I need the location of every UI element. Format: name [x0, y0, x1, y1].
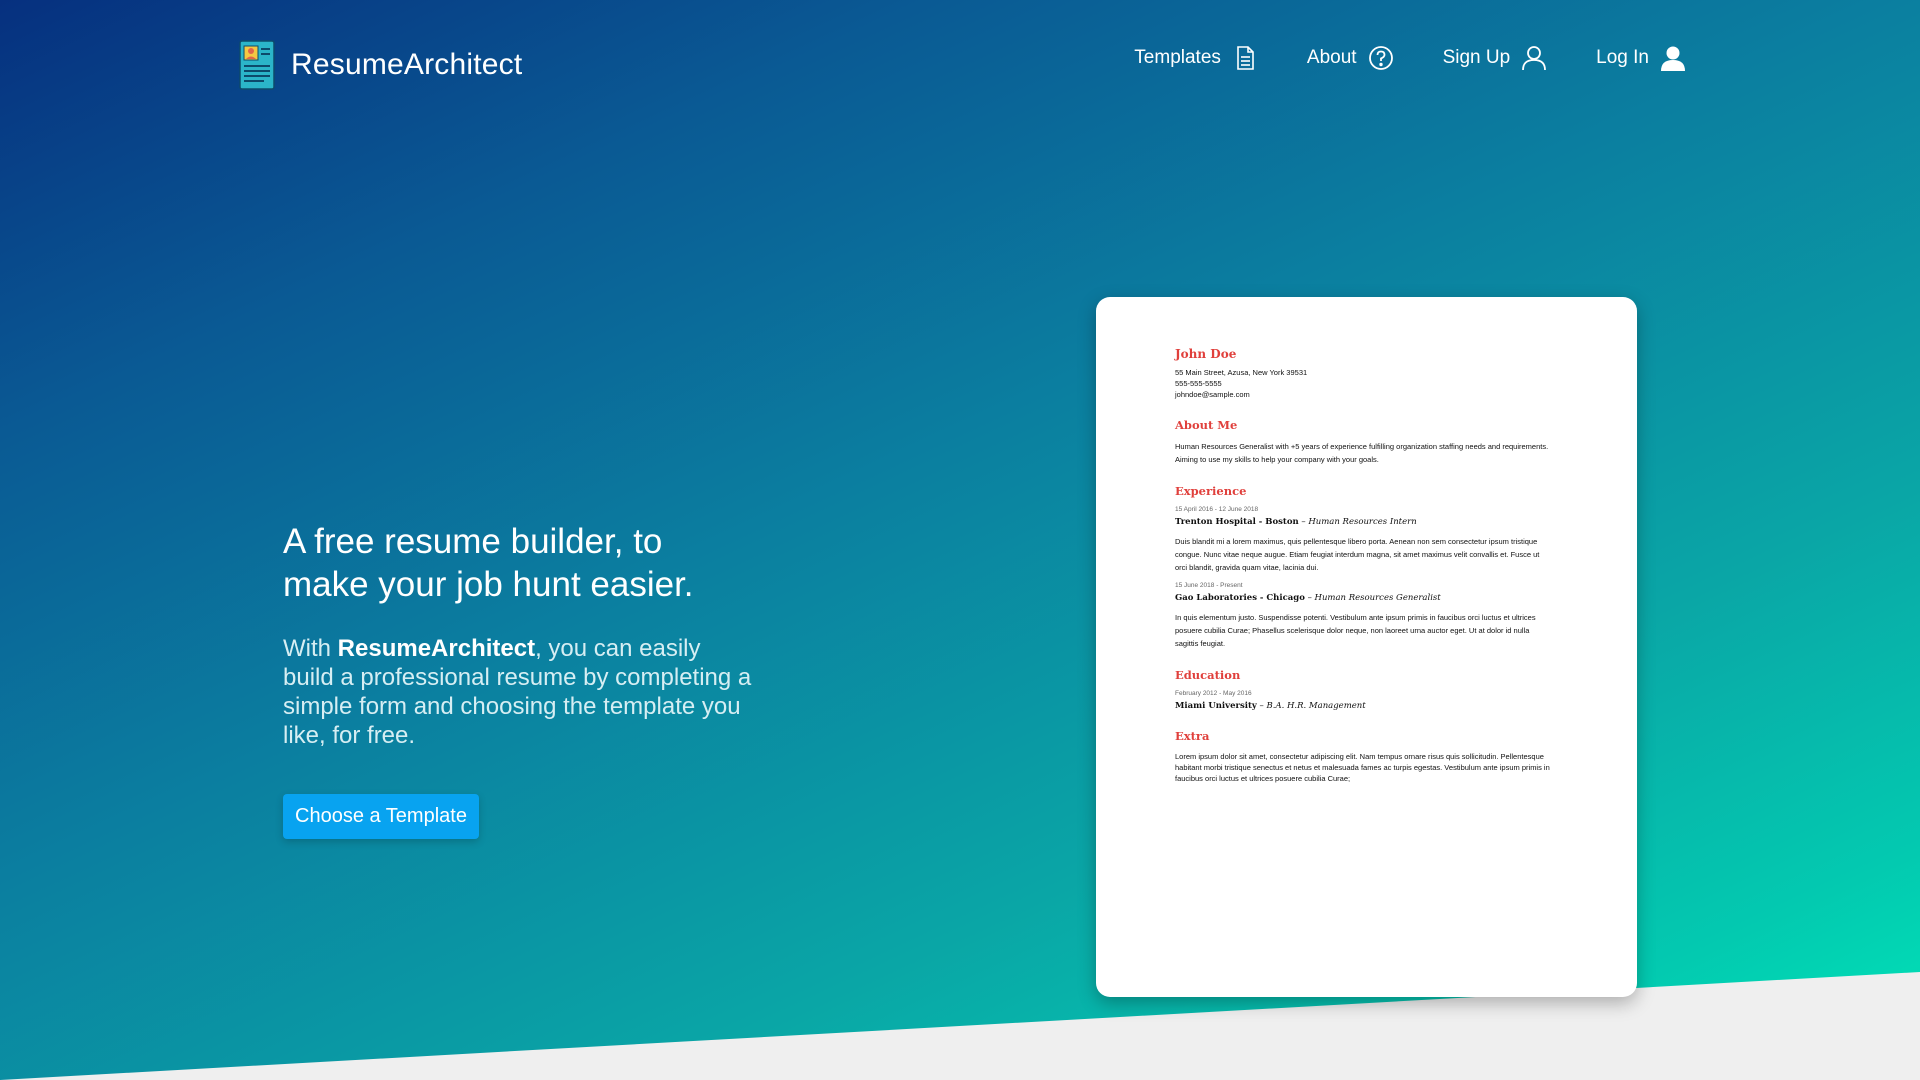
resume-job-company: Trenton Hospital - Boston	[1175, 517, 1299, 527]
resume-about-text: Human Resources Generalist with +5 years…	[1175, 442, 1549, 464]
nav-login[interactable]: Log In	[1596, 44, 1687, 72]
hero-section: A free resume builder, to make your job …	[283, 520, 753, 839]
main-nav: Templates About Sign Up Log In	[1134, 44, 1687, 72]
resume-job-dates: 15 June 2018 - Present	[1175, 582, 1243, 589]
user-outline-icon	[1522, 46, 1547, 71]
resume-about-title: About Me	[1175, 418, 1238, 432]
resume-job-title: Gao Laboratories - Chicago – Human Resou…	[1175, 593, 1441, 603]
document-icon	[1237, 46, 1254, 70]
resume-job-title: Trenton Hospital - Boston – Human Resour…	[1175, 517, 1417, 527]
resume-edu-dates: February 2012 - May 2016	[1175, 690, 1252, 697]
nav-templates[interactable]: Templates	[1134, 44, 1259, 72]
hero-desc-prefix: With	[283, 635, 338, 662]
nav-signup-label: Sign Up	[1442, 47, 1511, 68]
resume-address: 55 Main Street, Azusa, New York 39531	[1175, 368, 1308, 377]
resume-job-text: In quis elementum justo. Suspendisse pot…	[1175, 613, 1536, 648]
resume-edu-degree: B.A. H.R. Management	[1266, 701, 1366, 711]
resume-document-icon	[239, 40, 275, 90]
resume-job-dates: 15 April 2016 - 12 June 2018	[1175, 506, 1259, 513]
resume-edu-school: Miami University	[1175, 701, 1257, 711]
brand-logo[interactable]: ResumeArchitect	[239, 40, 522, 90]
resume-extra-title: Extra	[1175, 729, 1210, 743]
resume-job-role: Human Resources Generalist	[1314, 593, 1441, 603]
brand-name: ResumeArchitect	[291, 48, 523, 81]
resume-job: 15 June 2018 - Present Gao Laboratories …	[1175, 582, 1553, 650]
nav-about-label: About	[1306, 47, 1357, 68]
resume-email: johndoe@sample.com	[1175, 390, 1250, 399]
hero-description: With ResumeArchitect, you can easily bui…	[283, 634, 753, 750]
nav-login-label: Log In	[1596, 47, 1649, 68]
resume-edu-title: Miami University – B.A. H.R. Management	[1175, 701, 1366, 711]
resume-job-text: Duis blandit mi a lorem maximus, quis pe…	[1175, 537, 1540, 572]
hero-headline: A free resume builder, to make your job …	[283, 522, 694, 604]
resume-name: John Doe	[1175, 347, 1237, 361]
question-circle-icon	[1368, 46, 1393, 70]
nav-templates-label: Templates	[1134, 47, 1221, 68]
resume-extra-text: Lorem ipsum dolor sit amet, consectetur …	[1175, 752, 1550, 783]
resume-experience-title: Experience	[1175, 484, 1247, 498]
resume-job-role: Human Resources Intern	[1308, 517, 1417, 527]
resume-job: 15 April 2016 - 12 June 2018 Trenton Hos…	[1175, 506, 1553, 574]
resume-preview-card: John Doe 55 Main Street, Azusa, New York…	[1096, 297, 1637, 997]
resume-education-title: Education	[1175, 668, 1241, 682]
nav-signup[interactable]: Sign Up	[1443, 44, 1549, 72]
resume-contact: 55 Main Street, Azusa, New York 39531 55…	[1175, 367, 1553, 400]
resume-job-company: Gao Laboratories - Chicago	[1175, 593, 1305, 603]
user-filled-icon	[1661, 46, 1685, 71]
choose-template-button[interactable]: Choose a Template	[283, 794, 479, 839]
hero-desc-brand: ResumeArchitect	[337, 635, 536, 662]
resume-phone: 555-555-5555	[1175, 379, 1222, 388]
nav-about[interactable]: About	[1307, 44, 1395, 72]
